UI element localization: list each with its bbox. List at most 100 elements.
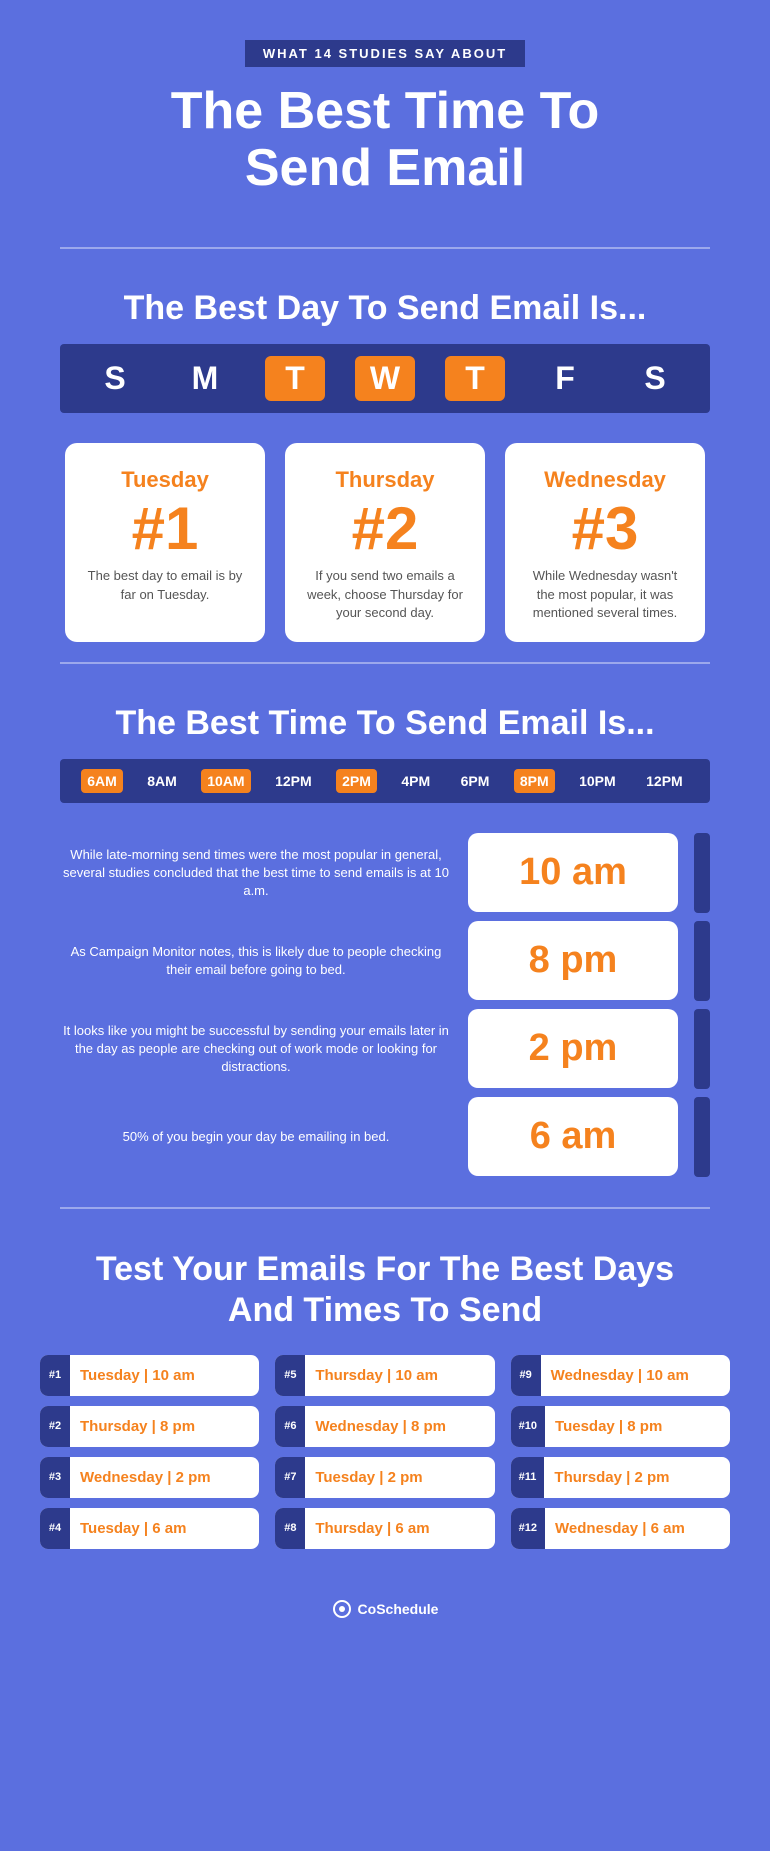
test-item-5-label: Thursday | 10 am bbox=[305, 1355, 448, 1396]
test-item-6-label: Wednesday | 8 pm bbox=[305, 1406, 456, 1447]
footer-logo: CoSchedule bbox=[332, 1599, 439, 1619]
time-row-2-badge: 8 pm bbox=[468, 921, 678, 1000]
day-cards: Tuesday #1 The best day to email is by f… bbox=[40, 443, 730, 642]
time-row-4: 50% of you begin your day be emailing in… bbox=[60, 1097, 710, 1177]
time-row-1: While late-morning send times were the m… bbox=[60, 833, 710, 913]
test-item-3: #3 Wednesday | 2 pm bbox=[40, 1457, 259, 1498]
day-card-3-name: Wednesday bbox=[525, 467, 685, 493]
time-row-4-badge: 6 am bbox=[468, 1097, 678, 1176]
time-row-1-badge: 10 am bbox=[468, 833, 678, 912]
header-section: What 14 Studies Say About The Best Time … bbox=[0, 0, 770, 227]
time-2pm: 2PM bbox=[336, 769, 377, 793]
test-item-4-num: #4 bbox=[40, 1508, 70, 1549]
time-row-3-side bbox=[694, 1009, 710, 1089]
day-m: M bbox=[175, 360, 235, 397]
test-item-7-num: #7 bbox=[275, 1457, 305, 1498]
day-card-3-desc: While Wednesday wasn't the most popular,… bbox=[525, 567, 685, 622]
time-12pm-1: 12PM bbox=[269, 769, 318, 793]
header-subtitle: What 14 Studies Say About bbox=[245, 40, 525, 67]
time-row-4-desc: 50% of you begin your day be emailing in… bbox=[60, 1128, 452, 1146]
footer: CoSchedule bbox=[0, 1579, 770, 1642]
day-w: W bbox=[355, 356, 415, 401]
test-item-4-label: Tuesday | 6 am bbox=[70, 1508, 196, 1549]
test-item-9-label: Wednesday | 10 am bbox=[541, 1355, 699, 1396]
test-item-11-num: #11 bbox=[511, 1457, 545, 1498]
test-item-9-num: #9 bbox=[511, 1355, 541, 1396]
test-item-1-label: Tuesday | 10 am bbox=[70, 1355, 205, 1396]
day-card-1-rank: #1 bbox=[85, 499, 245, 559]
test-item-8: #8 Thursday | 6 am bbox=[275, 1508, 494, 1549]
test-item-2: #2 Thursday | 8 pm bbox=[40, 1406, 259, 1447]
test-item-8-num: #8 bbox=[275, 1508, 305, 1549]
section-test: Test Your Emails For The Best DaysAnd Ti… bbox=[0, 1229, 770, 1549]
section-best-time: The Best Time To Send Email Is... 6AM 8A… bbox=[0, 684, 770, 1177]
divider-1 bbox=[60, 247, 710, 249]
test-item-7: #7 Tuesday | 2 pm bbox=[275, 1457, 494, 1498]
test-item-12: #12 Wednesday | 6 am bbox=[511, 1508, 730, 1549]
time-4pm: 4PM bbox=[395, 769, 436, 793]
test-item-10-label: Tuesday | 8 pm bbox=[545, 1406, 672, 1447]
section2-title: The Best Time To Send Email Is... bbox=[0, 684, 770, 759]
time-row-2: As Campaign Monitor notes, this is likel… bbox=[60, 921, 710, 1001]
test-item-2-label: Thursday | 8 pm bbox=[70, 1406, 205, 1447]
test-col-2: #5 Thursday | 10 am #6 Wednesday | 8 pm … bbox=[275, 1355, 494, 1549]
time-row-1-side bbox=[694, 833, 710, 913]
time-8pm: 8PM bbox=[514, 769, 555, 793]
test-item-3-label: Wednesday | 2 pm bbox=[70, 1457, 221, 1498]
day-f: F bbox=[535, 360, 595, 397]
day-card-2-rank: #2 bbox=[305, 499, 465, 559]
footer-logo-text: CoSchedule bbox=[358, 1601, 439, 1617]
day-bar: S M T W T F S bbox=[60, 344, 710, 413]
section-best-day: The Best Day To Send Email Is... S M T W… bbox=[0, 269, 770, 642]
test-col-3: #9 Wednesday | 10 am #10 Tuesday | 8 pm … bbox=[511, 1355, 730, 1549]
test-item-5: #5 Thursday | 10 am bbox=[275, 1355, 494, 1396]
test-item-3-num: #3 bbox=[40, 1457, 70, 1498]
test-item-6-num: #6 bbox=[275, 1406, 305, 1447]
divider-3 bbox=[60, 1207, 710, 1209]
day-card-2-desc: If you send two emails a week, choose Th… bbox=[305, 567, 465, 622]
day-s2: S bbox=[625, 360, 685, 397]
test-item-9: #9 Wednesday | 10 am bbox=[511, 1355, 730, 1396]
time-rows: While late-morning send times were the m… bbox=[60, 833, 710, 1177]
time-row-3: It looks like you might be successful by… bbox=[60, 1009, 710, 1089]
time-row-2-side bbox=[694, 921, 710, 1001]
day-card-1-desc: The best day to email is by far on Tuesd… bbox=[85, 567, 245, 603]
test-grid: #1 Tuesday | 10 am #2 Thursday | 8 pm #3… bbox=[40, 1355, 730, 1549]
time-10pm: 10PM bbox=[573, 769, 622, 793]
day-s1: S bbox=[85, 360, 145, 397]
day-card-3: Wednesday #3 While Wednesday wasn't the … bbox=[505, 443, 705, 642]
time-row-3-desc: It looks like you might be successful by… bbox=[60, 1022, 452, 1077]
time-row-4-side bbox=[694, 1097, 710, 1177]
coschedule-icon bbox=[332, 1599, 352, 1619]
time-row-1-desc: While late-morning send times were the m… bbox=[60, 846, 452, 901]
day-card-2-name: Thursday bbox=[305, 467, 465, 493]
test-item-11: #11 Thursday | 2 pm bbox=[511, 1457, 730, 1498]
test-col-1: #1 Tuesday | 10 am #2 Thursday | 8 pm #3… bbox=[40, 1355, 259, 1549]
test-item-12-label: Wednesday | 6 am bbox=[545, 1508, 695, 1549]
time-bar: 6AM 8AM 10AM 12PM 2PM 4PM 6PM 8PM 10PM 1… bbox=[60, 759, 710, 803]
time-8am: 8AM bbox=[141, 769, 183, 793]
time-row-2-desc: As Campaign Monitor notes, this is likel… bbox=[60, 943, 452, 979]
test-item-10-num: #10 bbox=[511, 1406, 545, 1447]
section1-title: The Best Day To Send Email Is... bbox=[0, 269, 770, 344]
test-item-8-label: Thursday | 6 am bbox=[305, 1508, 439, 1549]
test-title: Test Your Emails For The Best DaysAnd Ti… bbox=[0, 1229, 770, 1355]
day-card-1: Tuesday #1 The best day to email is by f… bbox=[65, 443, 265, 642]
day-t1: T bbox=[265, 356, 325, 401]
test-item-2-num: #2 bbox=[40, 1406, 70, 1447]
day-card-1-name: Tuesday bbox=[85, 467, 245, 493]
test-item-5-num: #5 bbox=[275, 1355, 305, 1396]
day-card-3-rank: #3 bbox=[525, 499, 685, 559]
test-item-1-num: #1 bbox=[40, 1355, 70, 1396]
test-item-12-num: #12 bbox=[511, 1508, 545, 1549]
time-row-3-badge: 2 pm bbox=[468, 1009, 678, 1088]
page-wrapper: What 14 Studies Say About The Best Time … bbox=[0, 0, 770, 1642]
time-12pm-2: 12PM bbox=[640, 769, 689, 793]
day-card-2: Thursday #2 If you send two emails a wee… bbox=[285, 443, 485, 642]
time-10am: 10AM bbox=[201, 769, 250, 793]
test-item-4: #4 Tuesday | 6 am bbox=[40, 1508, 259, 1549]
test-item-1: #1 Tuesday | 10 am bbox=[40, 1355, 259, 1396]
time-6am: 6AM bbox=[81, 769, 123, 793]
day-t2: T bbox=[445, 356, 505, 401]
test-item-10: #10 Tuesday | 8 pm bbox=[511, 1406, 730, 1447]
